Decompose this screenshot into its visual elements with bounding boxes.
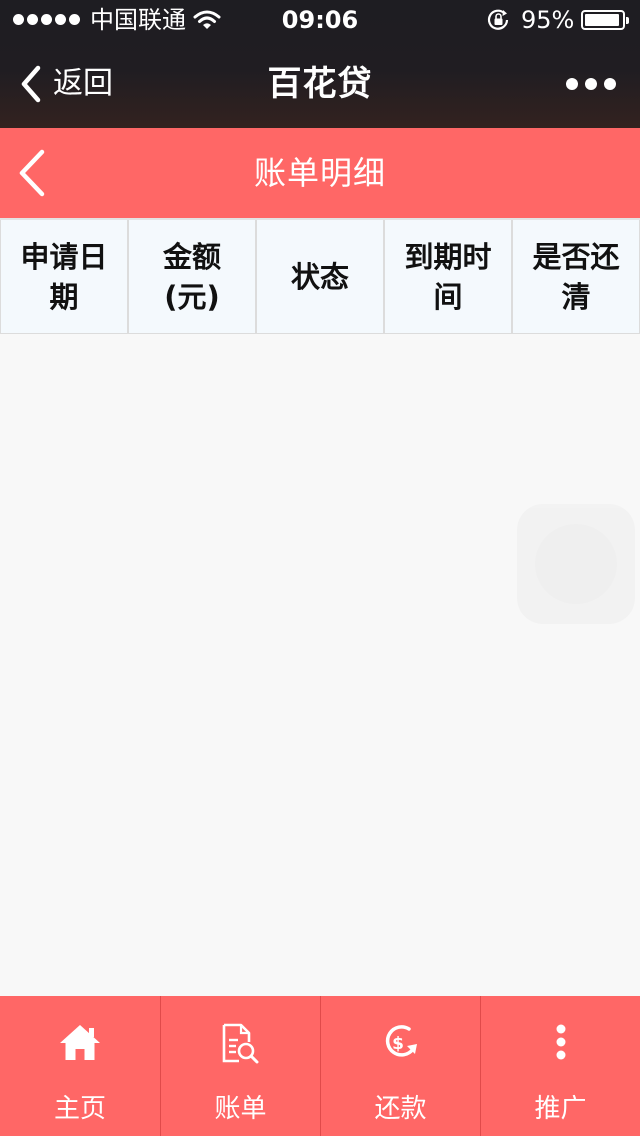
bill-search-icon — [222, 1023, 258, 1064]
column-header-apply-date: 申请日期 — [0, 220, 128, 334]
repay-dollar-icon: $ — [385, 1025, 417, 1057]
bill-table-header: 申请日期 金额(元) 状态 到期时间 是否还清 — [0, 218, 640, 334]
tab-repay[interactable]: $ 还款 — [320, 996, 480, 1136]
wechat-page-title: 百花贷 — [267, 64, 373, 104]
battery-icon — [581, 10, 629, 30]
tab-bill[interactable]: 账单 — [160, 996, 320, 1136]
battery-percent: 95% — [521, 6, 575, 34]
app-screen: 中国联通 09:06 95% 返回 百花贷 账单明细 申请日期 金额(元) 状态… — [0, 0, 640, 1136]
vertical-dots-icon — [556, 1024, 565, 1060]
orientation-lock-icon — [487, 9, 509, 30]
battery-level-fill — [585, 14, 620, 26]
home-icon — [60, 1025, 100, 1060]
tab-home-label: 主页 — [53, 1094, 106, 1124]
tab-repay-label: 还款 — [374, 1094, 427, 1124]
svg-text:$: $ — [392, 1034, 404, 1054]
column-header-status: 状态 — [256, 220, 384, 334]
page-header: 账单明细 — [0, 128, 640, 218]
tab-bill-label: 账单 — [214, 1094, 267, 1124]
column-header-amount: 金额(元) — [128, 220, 256, 334]
tab-promote-label: 推广 — [534, 1094, 587, 1124]
column-header-due-date: 到期时间 — [384, 220, 512, 334]
floating-assistive-button[interactable] — [517, 504, 635, 624]
top-bar: 中国联通 09:06 95% 返回 百花贷 — [0, 0, 640, 128]
tab-home[interactable]: 主页 — [0, 996, 160, 1136]
more-dots-icon[interactable] — [566, 78, 616, 90]
wechat-nav-bar: 返回 百花贷 — [0, 40, 640, 128]
status-bar: 中国联通 09:06 95% — [0, 0, 640, 40]
page-title: 账单明细 — [253, 154, 386, 192]
bill-list-empty — [0, 334, 640, 996]
tab-promote[interactable]: 推广 — [480, 996, 640, 1136]
bottom-tab-bar: 主页 账单 $ 还款 推广 — [0, 996, 640, 1136]
column-header-paid-off: 是否还清 — [512, 220, 640, 334]
